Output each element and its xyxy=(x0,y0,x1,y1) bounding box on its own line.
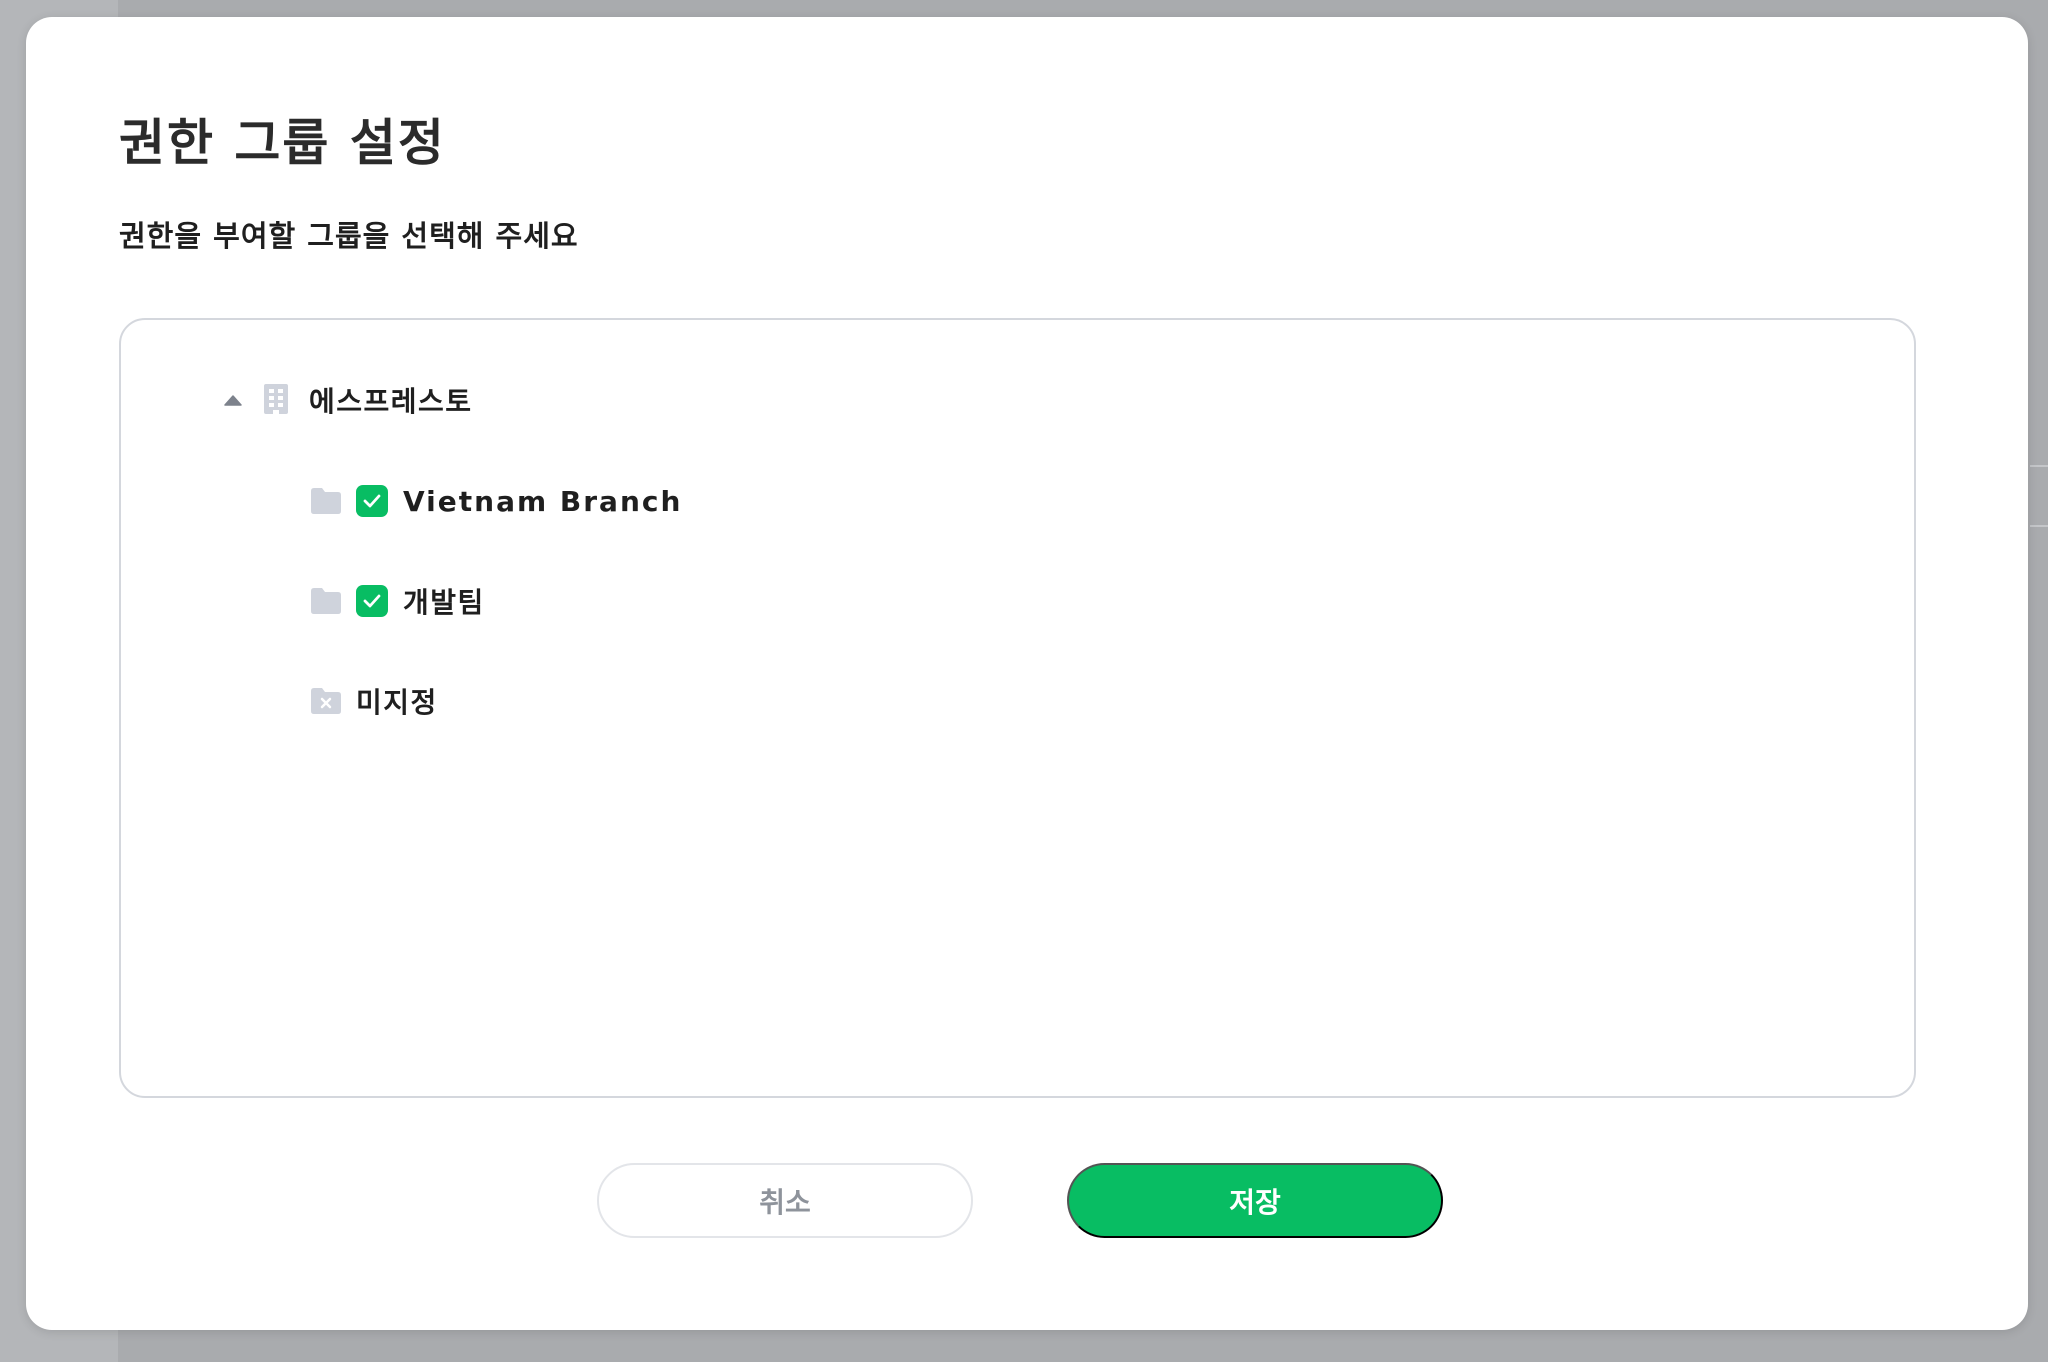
tree-item-label: 미지정 xyxy=(356,686,438,719)
tree-item-unassigned[interactable]: 미지정 xyxy=(310,681,438,721)
group-tree-panel: 에스프레스토 Vietnam Branch 개발팀 미지정 xyxy=(119,318,1916,1098)
dialog-subtitle: 권한을 부여할 그룹을 선택해 주세요 xyxy=(119,219,579,253)
check-icon xyxy=(363,494,381,508)
background-divider xyxy=(2030,525,2048,527)
tree-item-vietnam-branch[interactable]: Vietnam Branch xyxy=(310,481,682,521)
cancel-button[interactable]: 취소 xyxy=(597,1163,973,1238)
tree-root-company[interactable]: 에스프레스토 xyxy=(221,380,473,420)
folder-icon xyxy=(310,587,342,615)
tree-item-dev-team[interactable]: 개발팀 xyxy=(310,581,485,621)
check-icon xyxy=(363,594,381,608)
checkbox-checked[interactable] xyxy=(356,485,388,517)
folder-icon xyxy=(310,487,342,515)
building-icon xyxy=(263,383,289,417)
folder-x-icon xyxy=(310,687,342,715)
tree-item-label: Vietnam Branch xyxy=(403,484,683,518)
dialog-title: 권한 그룹 설정 xyxy=(119,114,446,172)
permission-group-dialog: 권한 그룹 설정 권한을 부여할 그룹을 선택해 주세요 에스프레스토 Viet… xyxy=(26,17,2028,1330)
tree-item-label: 개발팀 xyxy=(403,586,485,619)
checkbox-checked[interactable] xyxy=(356,585,388,617)
caret-up-icon[interactable] xyxy=(221,388,245,412)
save-button[interactable]: 저장 xyxy=(1067,1163,1443,1238)
tree-root-label: 에스프레스토 xyxy=(309,385,473,418)
background-divider xyxy=(2030,465,2048,467)
